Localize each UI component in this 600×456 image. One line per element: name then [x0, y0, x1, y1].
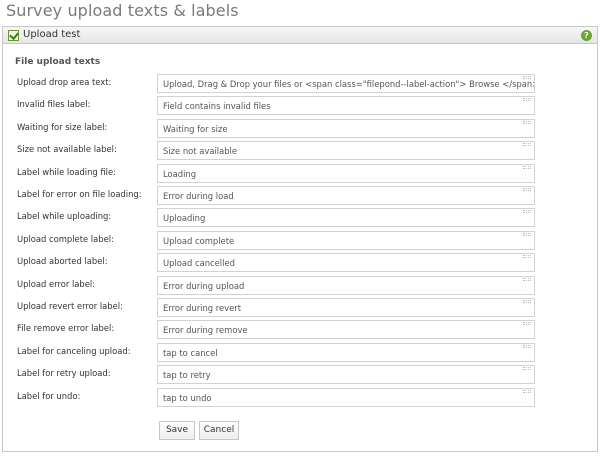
field-row: Label while uploading: Uploading — [3, 208, 597, 228]
text-input[interactable]: Upload, Drag & Drop your files or <span … — [157, 74, 535, 93]
resize-grip-icon[interactable] — [523, 120, 531, 124]
field-label: Label while uploading: — [17, 211, 112, 222]
upload-panel: Upload test ? File upload texts Upload d… — [2, 26, 598, 452]
text-input[interactable]: tap to undo — [157, 387, 535, 407]
field-row: File remove error label: Error during rem… — [3, 320, 597, 340]
resize-grip-icon[interactable] — [523, 367, 531, 371]
text-input[interactable]: tap to retry — [157, 365, 535, 385]
field-label: Size not available label: — [17, 144, 117, 155]
checkbox-icon — [8, 30, 19, 41]
field-label: Label for retry upload: — [17, 368, 111, 379]
resize-grip-icon[interactable] — [523, 143, 531, 147]
resize-grip-icon[interactable] — [523, 98, 531, 102]
field-label: Label for error on file loading: — [17, 189, 142, 199]
text-input[interactable]: Upload complete — [157, 230, 535, 250]
text-input[interactable]: Uploading — [157, 208, 535, 228]
field-label: Upload error label: — [17, 278, 96, 289]
field-row: Upload error label: Error during upload — [3, 275, 597, 295]
field-label: Upload revert error label: — [17, 301, 123, 311]
field-label: Invalid files label: — [17, 99, 91, 110]
page-title: Survey upload texts & labels — [6, 1, 239, 20]
field-label: Label for undo: — [17, 390, 81, 401]
text-input[interactable]: Error during revert — [157, 298, 535, 317]
panel-header: Upload test ? — [3, 27, 597, 44]
resize-grip-icon[interactable] — [523, 389, 531, 393]
text-input[interactable]: tap to cancel — [157, 342, 535, 362]
field-label: Upload drop area text: — [17, 77, 112, 87]
field-row: Size not available label: Size not availa… — [3, 141, 597, 161]
field-label: Waiting for size label: — [17, 121, 108, 132]
field-label: Upload aborted label: — [17, 256, 108, 267]
resize-grip-icon[interactable] — [523, 76, 531, 79]
field-label: Upload complete label: — [17, 233, 114, 244]
resize-grip-icon[interactable] — [523, 210, 531, 214]
field-label: Label for canceling upload: — [17, 345, 131, 356]
field-row: Label for canceling upload: tap to cancel — [3, 342, 597, 362]
text-input[interactable]: Error during upload — [157, 275, 535, 295]
section-title: File upload texts — [15, 57, 101, 67]
text-input[interactable]: Loading — [157, 163, 535, 183]
resize-grip-icon[interactable] — [523, 255, 531, 259]
text-input[interactable]: Waiting for size — [157, 118, 535, 138]
resize-grip-icon[interactable] — [523, 232, 531, 236]
field-row: Upload aborted label: Upload cancelled — [3, 253, 597, 273]
field-row: Invalid files label: Field contains inval… — [3, 96, 597, 116]
cancel-button[interactable]: Cancel — [199, 421, 239, 440]
field-row: Waiting for size label: Waiting for size — [3, 118, 597, 138]
resize-grip-icon[interactable] — [523, 165, 531, 169]
panel-title: Upload test — [23, 29, 81, 40]
resize-grip-icon[interactable] — [523, 322, 531, 326]
save-button[interactable]: Save — [159, 421, 195, 440]
text-input[interactable]: Error during remove — [157, 320, 535, 340]
field-row: Upload complete label: Upload complete — [3, 230, 597, 250]
resize-grip-icon[interactable] — [523, 277, 531, 281]
field-row: Upload drop area text: Upload, Drag & Dro… — [3, 74, 597, 93]
text-input[interactable]: Upload cancelled — [157, 253, 535, 273]
text-input[interactable]: Field contains invalid files — [157, 96, 535, 116]
field-label: File remove error label: — [17, 323, 115, 334]
help-icon[interactable]: ? — [581, 30, 592, 41]
field-row: Label for undo: tap to undo — [3, 387, 597, 407]
field-row: Upload revert error label: Error during r… — [3, 298, 597, 317]
field-row: Label for retry upload: tap to retry — [3, 365, 597, 385]
text-input[interactable]: Size not available — [157, 141, 535, 161]
resize-grip-icon[interactable] — [523, 188, 531, 191]
field-row: Label while loading file: Loading — [3, 163, 597, 183]
field-row: Label for error on file loading: Error du… — [3, 186, 597, 205]
text-input[interactable]: Error during load — [157, 186, 535, 205]
field-label: Label while loading file: — [17, 166, 116, 177]
resize-grip-icon[interactable] — [523, 300, 531, 303]
resize-grip-icon[interactable] — [523, 344, 531, 348]
